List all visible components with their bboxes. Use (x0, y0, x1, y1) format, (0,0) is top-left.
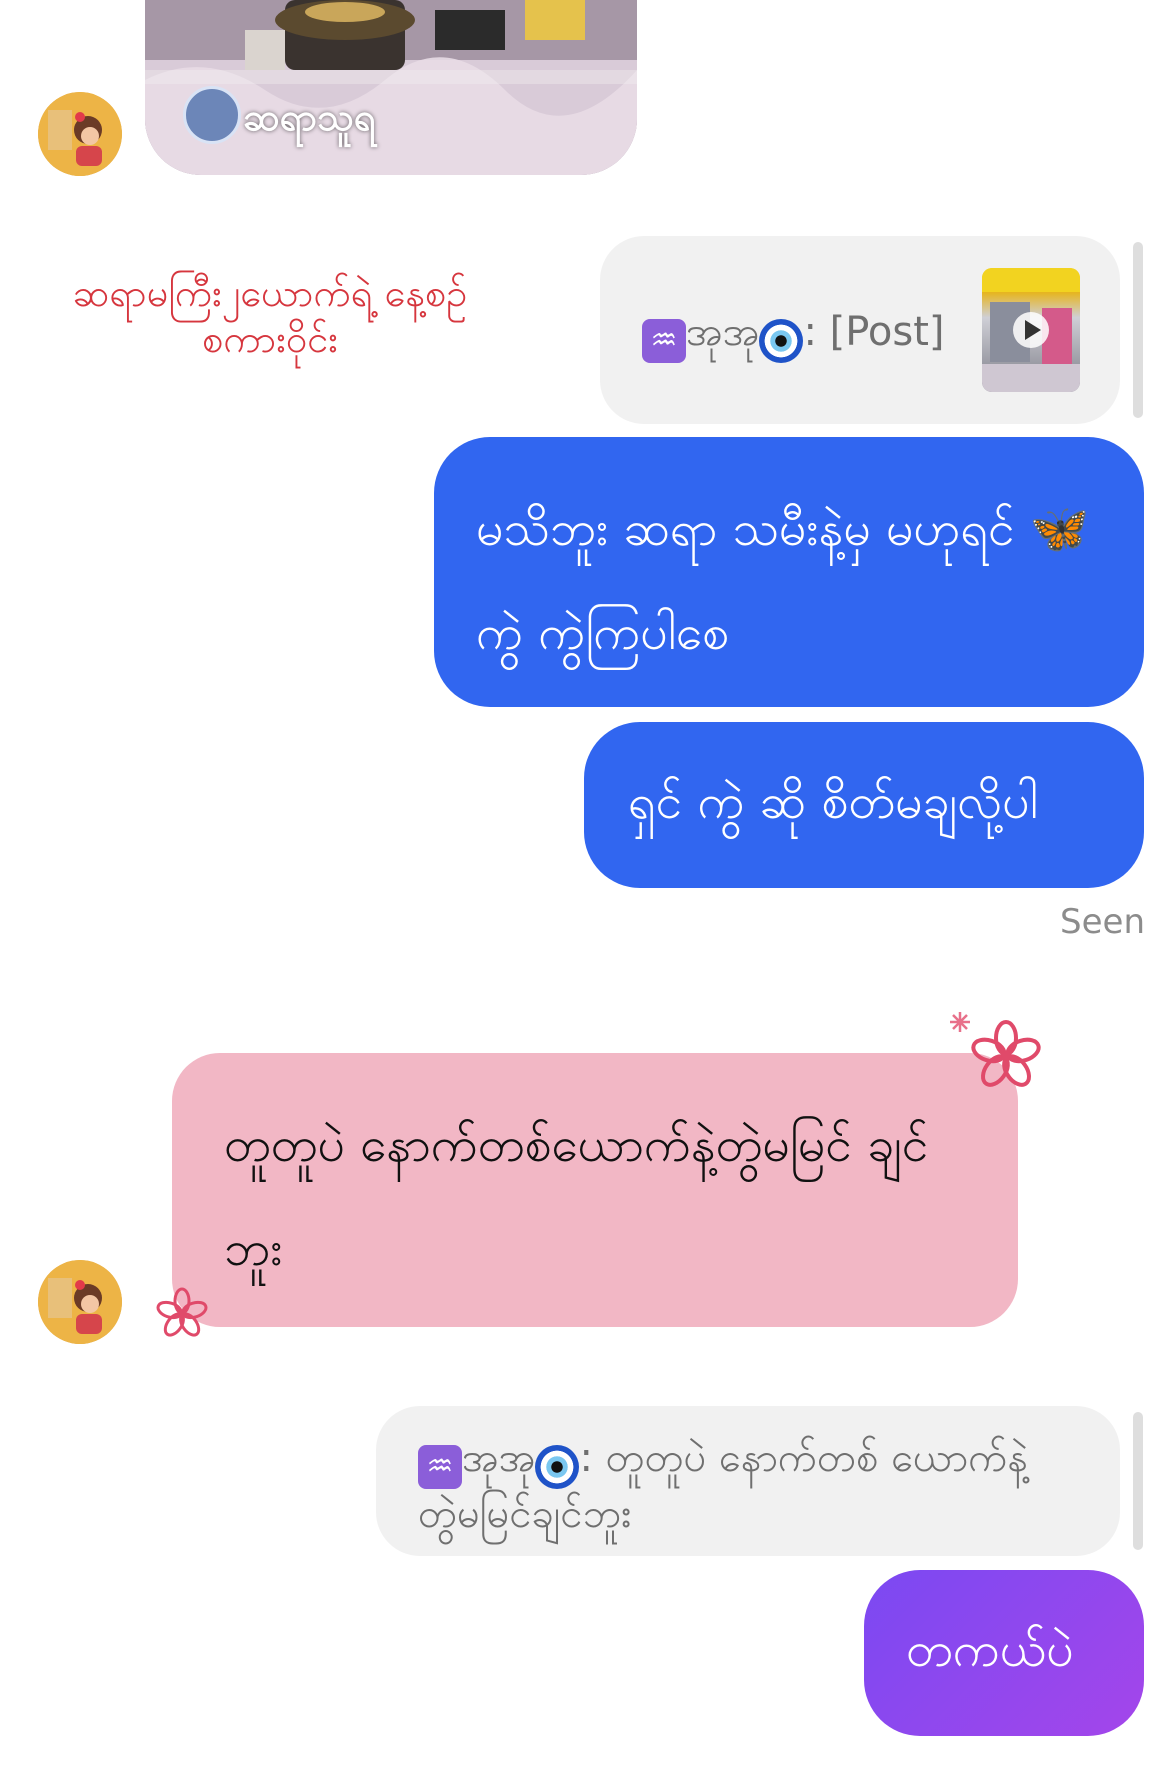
reply-quote-line: ♒ အုအု : [Post] (642, 306, 945, 365)
reply-sender: အုအု (462, 1435, 536, 1481)
nazar-icon (759, 318, 804, 363)
outgoing-message-text: မသိဘူး ဆရာ သမီးနဲ့မှ မဟုရင် 🦋ကွဲ ကွဲကြပါ… (476, 501, 1090, 661)
reel-author-avatar (183, 86, 241, 144)
reply-sender: အုအု (686, 309, 760, 355)
reply-quote-line: ♒ အုအု: တူတူပဲ နောက်တစ် ယောက်နဲ့တွဲမမြင်ခ… (418, 1434, 1058, 1546)
reply-post-label: : [Post] (803, 309, 945, 355)
incoming-message-bubble[interactable]: တူတူပဲ နောက်တစ်ယောက်နဲ့တွဲမမြင် ချင်ဘူး (172, 1053, 1018, 1327)
outgoing-message-text: ရှင် ကွဲ ဆို စိတ်မချလို့ပါ (628, 774, 1038, 830)
thumbnail-image (982, 268, 1080, 392)
conversation-note: ဆရာမကြီး၂ယောက်ရဲ့ နေ့စဥ်စကားဝိုင်း (72, 271, 468, 361)
flower-decoration-icon (946, 1004, 1042, 1100)
incoming-message-text: တူတူပဲ နောက်တစ်ယောက်နဲ့တွဲမမြင် ချင်ဘူး (224, 1117, 929, 1277)
outgoing-message-bubble[interactable]: တကယ်ပဲ (864, 1570, 1144, 1736)
reply-quote-post[interactable]: ♒ အုအု : [Post] (600, 236, 1120, 424)
nazar-icon (535, 1444, 580, 1489)
quote-indicator-bar (1133, 1412, 1143, 1550)
shared-reel-thumbnail[interactable]: ဆရာသူရ (145, 0, 637, 175)
outgoing-message-bubble[interactable]: ရှင် ကွဲ ဆို စိတ်မချလို့ပါ (584, 722, 1144, 888)
flower-decoration-icon (150, 1282, 214, 1346)
contact-avatar[interactable] (38, 1260, 122, 1344)
avatar-cartoon-icon (38, 1260, 122, 1344)
avatar-cartoon-icon (38, 92, 122, 176)
reply-quote-text[interactable]: ♒ အုအု: တူတူပဲ နောက်တစ် ယောက်နဲ့တွဲမမြင်ခ… (376, 1406, 1120, 1556)
reply-post-thumbnail[interactable] (982, 268, 1080, 392)
contact-avatar[interactable] (38, 92, 122, 176)
seen-status: Seen (1060, 902, 1145, 942)
aquarius-icon: ♒ (418, 1444, 462, 1489)
outgoing-message-text: တကယ်ပဲ (906, 1622, 1074, 1678)
quote-indicator-bar (1133, 242, 1143, 418)
outgoing-message-bubble[interactable]: မသိဘူး ဆရာ သမီးနဲ့မှ မဟုရင် 🦋ကွဲ ကွဲကြပါ… (434, 437, 1144, 707)
reel-author-name: ဆရာသူရ (243, 95, 376, 139)
aquarius-icon: ♒ (642, 318, 686, 363)
